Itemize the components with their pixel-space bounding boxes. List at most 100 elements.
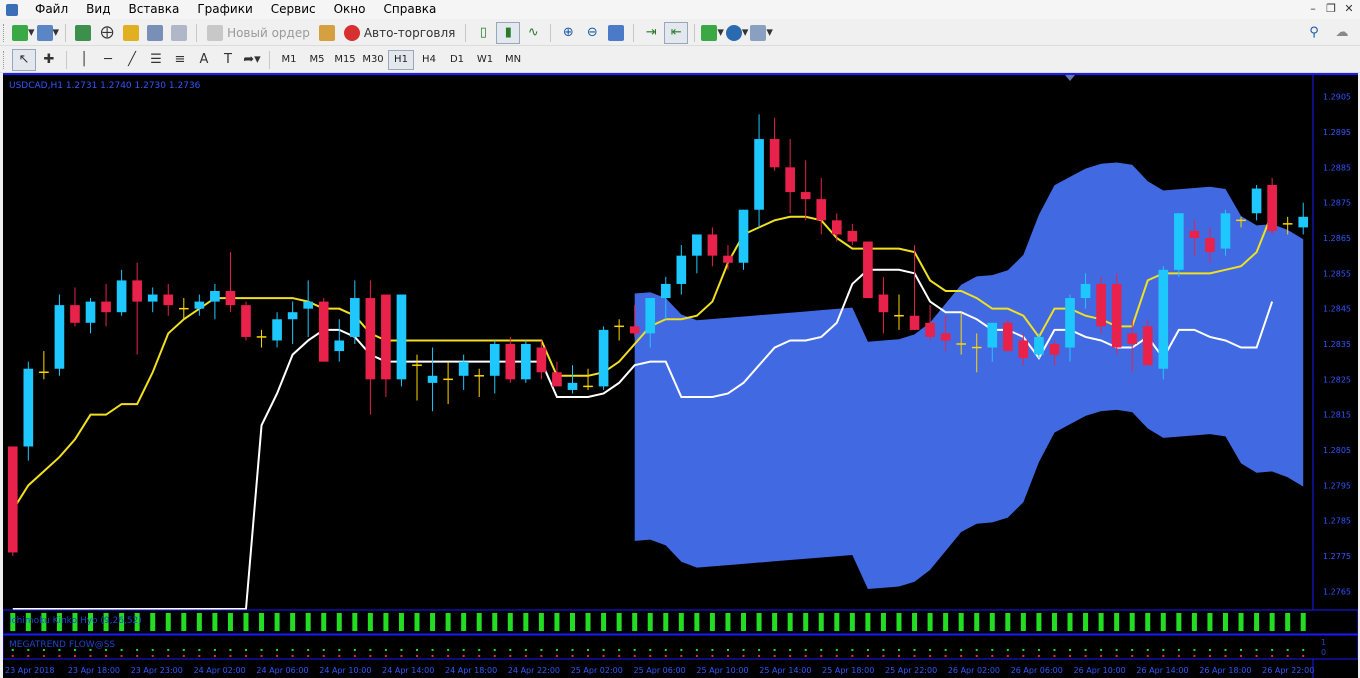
flow-dot-up <box>1069 649 1072 651</box>
horizontal-line-icon[interactable]: ─ <box>97 50 119 70</box>
menu-window[interactable]: Окно <box>325 0 375 19</box>
timeframe-m1[interactable]: M1 <box>276 50 302 70</box>
periods-icon[interactable]: ▾ <box>725 23 748 43</box>
flow-dot-up <box>897 649 900 651</box>
menu-charts[interactable]: Графики <box>188 0 261 19</box>
timeframe-w1[interactable]: W1 <box>472 50 498 70</box>
ichimoku-cloud <box>634 162 1304 590</box>
auto-trading-button[interactable]: Авто-торговля <box>340 23 460 43</box>
trend-bar <box>445 613 451 631</box>
metaeditor-icon[interactable] <box>316 23 338 43</box>
arrows-icon[interactable]: ➦▾ <box>241 50 263 70</box>
menu-insert[interactable]: Вставка <box>119 0 188 19</box>
trend-bar <box>507 613 513 631</box>
price-tick-label: 1.2815 <box>1323 411 1351 420</box>
candle-body <box>940 333 951 341</box>
price-tick-label: 1.2775 <box>1323 552 1351 561</box>
trend-bar <box>321 613 327 631</box>
flow-dot-down <box>1208 655 1211 657</box>
trend-bar <box>1020 613 1026 631</box>
cursor-icon[interactable]: ↖ <box>12 48 36 71</box>
profiles-icon[interactable]: ▾ <box>36 23 59 43</box>
candle-body <box>85 301 96 323</box>
candlestick-chart[interactable]: USDCAD,H1 1.2731 1.2740 1.2730 1.2736 1.… <box>3 75 1358 678</box>
time-tick-label: 25 Apr 18:00 <box>822 666 874 675</box>
tester-icon[interactable] <box>168 23 190 43</box>
flow-dot-down <box>105 655 108 657</box>
candlestick-icon[interactable]: ▮ <box>496 21 521 44</box>
templates-icon[interactable]: ▾ <box>750 23 773 43</box>
text-icon[interactable]: A <box>193 50 215 70</box>
vertical-line-icon[interactable]: │ <box>73 50 95 70</box>
time-tick-label: 24 Apr 18:00 <box>445 666 497 675</box>
menu-tools[interactable]: Сервис <box>262 0 325 19</box>
flow-dot-down <box>866 655 869 657</box>
zoom-out-icon[interactable]: ⊖ <box>581 23 603 43</box>
flow-dot-down <box>369 655 372 657</box>
zoom-in-icon[interactable]: ⊕ <box>557 23 579 43</box>
restore-icon[interactable]: ❐ <box>1322 1 1340 17</box>
price-tick-label: 1.2805 <box>1323 446 1351 455</box>
flow-dot-down <box>276 655 279 657</box>
menu-view[interactable]: Вид <box>77 0 119 19</box>
flow-dot-down <box>213 655 216 657</box>
flow-dot-down <box>1100 655 1103 657</box>
candle-body <box>629 326 640 334</box>
equidistant-channel-icon[interactable]: ☰ <box>145 50 167 70</box>
tile-windows-icon[interactable] <box>605 23 627 43</box>
minimize-icon[interactable]: – <box>1304 1 1322 17</box>
flow-dot-up <box>338 649 341 651</box>
crosshair-icon[interactable]: ✚ <box>38 50 60 70</box>
flow-dot-down <box>1177 655 1180 657</box>
chart-window[interactable]: USDCAD,H1 1.2731 1.2740 1.2730 1.2736 1.… <box>3 73 1358 678</box>
candle-body <box>660 283 671 299</box>
timeframe-h1[interactable]: H1 <box>388 49 414 70</box>
chart-shift-marker[interactable] <box>1065 75 1075 81</box>
candle-body <box>1080 283 1091 299</box>
flow-dot-up <box>136 649 139 651</box>
navigator-icon[interactable] <box>120 23 142 43</box>
trend-bar <box>243 613 249 631</box>
trendline-icon[interactable]: ╱ <box>121 50 143 70</box>
search-icon[interactable]: ⚲ <box>1303 23 1325 43</box>
flow-dot-up <box>913 649 916 651</box>
timeframe-d1[interactable]: D1 <box>444 50 470 70</box>
new-order-button[interactable]: Новый ордер <box>203 23 314 43</box>
menu-help[interactable]: Справка <box>375 0 446 19</box>
menu-file[interactable]: Файл <box>26 0 77 19</box>
timeframe-m5[interactable]: M5 <box>304 50 330 70</box>
chat-icon[interactable]: ☁ <box>1331 23 1353 43</box>
terminal-icon[interactable] <box>144 23 166 43</box>
close-icon[interactable]: ✕ <box>1340 1 1358 17</box>
bar-chart-icon[interactable]: ▯ <box>472 23 494 43</box>
line-chart-icon[interactable]: ∿ <box>522 23 544 43</box>
time-tick-label: 24 Apr 06:00 <box>256 666 308 675</box>
fibonacci-icon[interactable]: ≡ <box>169 50 191 70</box>
candle-body <box>1127 333 1138 344</box>
trend-bar <box>818 613 824 631</box>
timeframe-m30[interactable]: M30 <box>360 50 386 70</box>
trend-bar <box>1098 613 1104 631</box>
trend-bar <box>880 613 886 631</box>
standard-toolbar: ▾ ▾ ⨁ Новый ордер Авто-торговля ▯ ▮ ∿ ⊕ … <box>0 20 1360 46</box>
flow-dot-up <box>524 649 527 651</box>
candle-body <box>909 315 920 330</box>
trend-bar <box>1114 613 1120 631</box>
trend-bar <box>632 613 638 631</box>
autoscroll-icon[interactable]: ⇥ <box>640 23 662 43</box>
new-chart-icon[interactable]: ▾ <box>12 23 35 43</box>
timeframe-mn[interactable]: MN <box>500 50 526 70</box>
price-tick-label: 1.2895 <box>1323 128 1351 137</box>
flow-dot-up <box>711 649 714 651</box>
flow-dot-down <box>120 655 123 657</box>
market-watch-icon[interactable] <box>72 23 94 43</box>
chart-shift-icon[interactable]: ⇤ <box>664 21 689 44</box>
flow-dot-up <box>664 649 667 651</box>
timeframe-m15[interactable]: M15 <box>332 50 358 70</box>
trend-bar <box>414 613 420 631</box>
text-label-icon[interactable]: T <box>217 50 239 70</box>
data-window-icon[interactable]: ⨁ <box>96 23 118 43</box>
indicators-icon[interactable]: ▾ <box>701 23 724 43</box>
trend-bar <box>725 613 731 631</box>
timeframe-h4[interactable]: H4 <box>416 50 442 70</box>
